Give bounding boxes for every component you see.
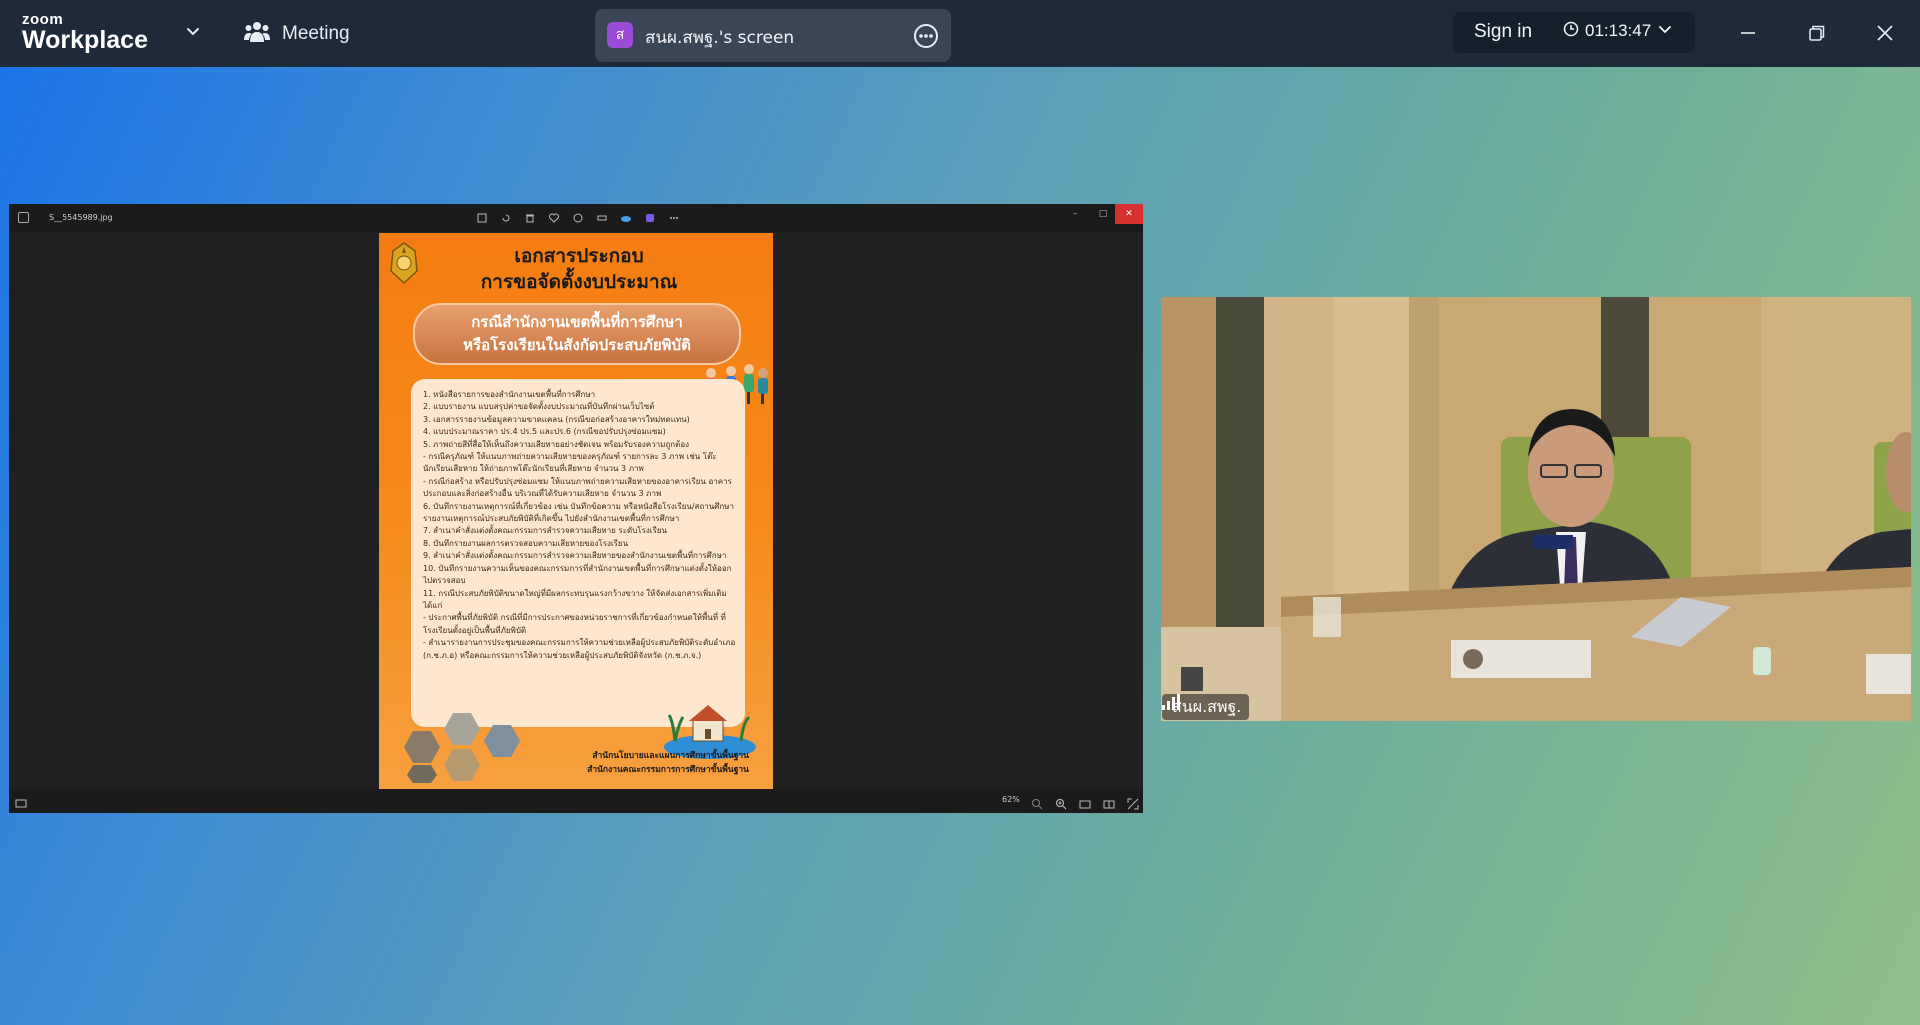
screen-share-indicator[interactable]: ส สนผ.สพฐ.'s screen	[595, 9, 951, 62]
more-options-icon[interactable]	[667, 211, 681, 225]
photos-app-icon	[18, 212, 29, 223]
delete-icon[interactable]	[523, 211, 537, 225]
zoom-in-icon[interactable]	[1055, 795, 1067, 810]
restore-icon[interactable]	[1800, 16, 1834, 50]
list-item: 10. บันทึกรายงานความเห็นของคณะกรรมการที่…	[423, 563, 732, 586]
viewer-close-icon[interactable]: ✕	[1115, 204, 1143, 224]
list-item: 8. บันทึกรายงานผลการตรวจสอบความเสียหายขอ…	[423, 538, 629, 548]
obec-emblem-icon	[387, 241, 421, 285]
viewer-restore-icon[interactable]: □	[1089, 204, 1117, 224]
filmstrip-icon[interactable]	[15, 795, 27, 808]
viewer-toolbar	[475, 211, 681, 225]
viewer-filename: S__5545989.jpg	[49, 213, 113, 222]
clipchamp-icon[interactable]	[643, 211, 657, 225]
favorite-icon[interactable]	[547, 211, 561, 225]
disaster-photos	[393, 713, 553, 783]
list-item: 3. เอกสารรายงานข้อมูลความขาดแคลน (กรณีขอ…	[423, 414, 690, 424]
account-timer-group: Sign in 01:13:47	[1453, 12, 1695, 53]
actual-size-icon[interactable]	[1103, 795, 1115, 809]
list-item: 1. หนังสือรายการของสำนักงานเขตพื้นที่การ…	[423, 390, 596, 399]
chevron-down-icon	[1657, 21, 1673, 41]
edit-icon[interactable]	[475, 211, 489, 225]
shared-screen-viewer[interactable]: S__5545989.jpg – □ ✕ เอกสารประกอบ การขอจ…	[9, 204, 1143, 813]
participant-name: สนผ.สพฐ.	[1172, 696, 1242, 716]
list-item: 7. สำเนาคำสั่งแต่งตั้งคณะกรรมการสำรวจควา…	[423, 526, 667, 536]
zoom-level[interactable]: 62%	[1002, 795, 1020, 804]
meeting-label: Meeting	[282, 23, 350, 44]
fit-to-window-icon[interactable]	[1079, 795, 1091, 809]
zoom-workplace-logo: zoom Workplace	[22, 12, 148, 53]
list-item: - กรณีครุภัณฑ์ ให้แนบภาพถ่ายความเสียหายข…	[423, 452, 717, 474]
poster-banner: กรณีสำนักงานเขตพื้นที่การศึกษา หรือโรงเร…	[413, 303, 741, 365]
more-icon[interactable]	[913, 23, 939, 49]
meeting-button[interactable]: Meeting	[244, 20, 350, 48]
share-title: สนผ.สพฐ.'s screen	[645, 28, 795, 48]
close-icon[interactable]	[1868, 16, 1902, 50]
meeting-people-icon	[244, 20, 270, 48]
list-item: - กรณีก่อสร้าง หรือปรับปรุงซ่อมแซม ให้แน…	[423, 476, 732, 499]
minimize-icon[interactable]	[1731, 16, 1765, 50]
poster-title-line1: เอกสารประกอบ	[514, 245, 644, 267]
footer-line1: สำนักนโยบายและแผนการศึกษาขั้นพื้นฐาน	[592, 751, 749, 761]
footer-line2: สำนักงานคณะกรรมการการศึกษาขั้นพื้นฐาน	[587, 765, 749, 775]
poster-title: เอกสารประกอบ การขอจัดตั้งงบประมาณ	[429, 243, 729, 295]
viewer-minimize-icon[interactable]: –	[1061, 204, 1089, 224]
list-item: 5. ภาพถ่ายสีที่สื่อให้เห็นถึงความเสียหาย…	[423, 439, 690, 449]
poster-footer: สำนักนโยบายและแผนการศึกษาขั้นพื้นฐาน สำน…	[587, 749, 749, 777]
print-icon[interactable]	[595, 211, 609, 225]
timer-text: 01:13:47	[1585, 21, 1652, 40]
viewer-statusbar: 62%	[9, 789, 1143, 813]
fullscreen-icon[interactable]	[1127, 795, 1139, 810]
poster-banner-line1: กรณีสำนักงานเขตพื้นที่การศึกษา	[471, 313, 683, 331]
chevron-down-icon[interactable]	[183, 22, 203, 42]
sharer-avatar: ส	[607, 22, 633, 48]
video-frame-illustration	[1161, 297, 1911, 721]
list-item: 6. บันทึกรายงานเหตุการณ์ที่เกี่ยวข้อง เช…	[423, 501, 734, 524]
participant-name-tag: สนผ.สพฐ.	[1162, 694, 1250, 720]
clock-icon	[1563, 21, 1579, 41]
document-image: เอกสารประกอบ การขอจัดตั้งงบประมาณ กรณีสำ…	[379, 233, 773, 789]
top-bar: zoom Workplace Meeting ส สนผ.สพฐ.'s scre…	[0, 0, 1920, 67]
list-item: - สำเนารายงานการประชุมของคณะกรรมการให้คว…	[423, 638, 736, 660]
viewer-titlebar: S__5545989.jpg – □ ✕	[9, 204, 1143, 232]
list-item: 4. แบบประมาณราคา ปร.4 ปร.5 และปร.6 (กรณี…	[423, 427, 666, 437]
logo-zoom-text: zoom	[22, 11, 64, 28]
list-item: - ประกาศพื้นที่ภัยพิบัติ กรณีที่มีการประ…	[423, 613, 726, 635]
list-item: 2. แบบรายงาน แบบสรุปค่าขอจัดตั้งงบประมาณ…	[423, 402, 655, 412]
participant-video-tile[interactable]: สนผ.สพฐ.	[1161, 297, 1911, 721]
info-icon[interactable]	[571, 211, 585, 225]
meeting-timer[interactable]: 01:13:47	[1563, 21, 1673, 41]
list-item: 9. สำเนาคำสั่งแต่งตั้งคณะกรรมการสำรวจควา…	[423, 551, 727, 561]
sign-in-button[interactable]: Sign in	[1474, 21, 1532, 43]
onedrive-icon[interactable]	[619, 211, 633, 225]
zoom-out-icon[interactable]	[1031, 795, 1043, 810]
poster-requirements-list: 1. หนังสือรายการของสำนักงานเขตพื้นที่การ…	[411, 379, 745, 727]
poster-banner-line2: หรือโรงเรียนในสังกัดประสบภัยพิบัติ	[463, 336, 691, 354]
list-item: 11. กรณีประสบภัยพิบัติขนาดใหญ่ที่มีผลกระ…	[423, 588, 727, 610]
logo-workplace-text: Workplace	[22, 26, 148, 54]
poster-title-line2: การขอจัดตั้งงบประมาณ	[480, 271, 678, 293]
rotate-icon[interactable]	[499, 211, 513, 225]
